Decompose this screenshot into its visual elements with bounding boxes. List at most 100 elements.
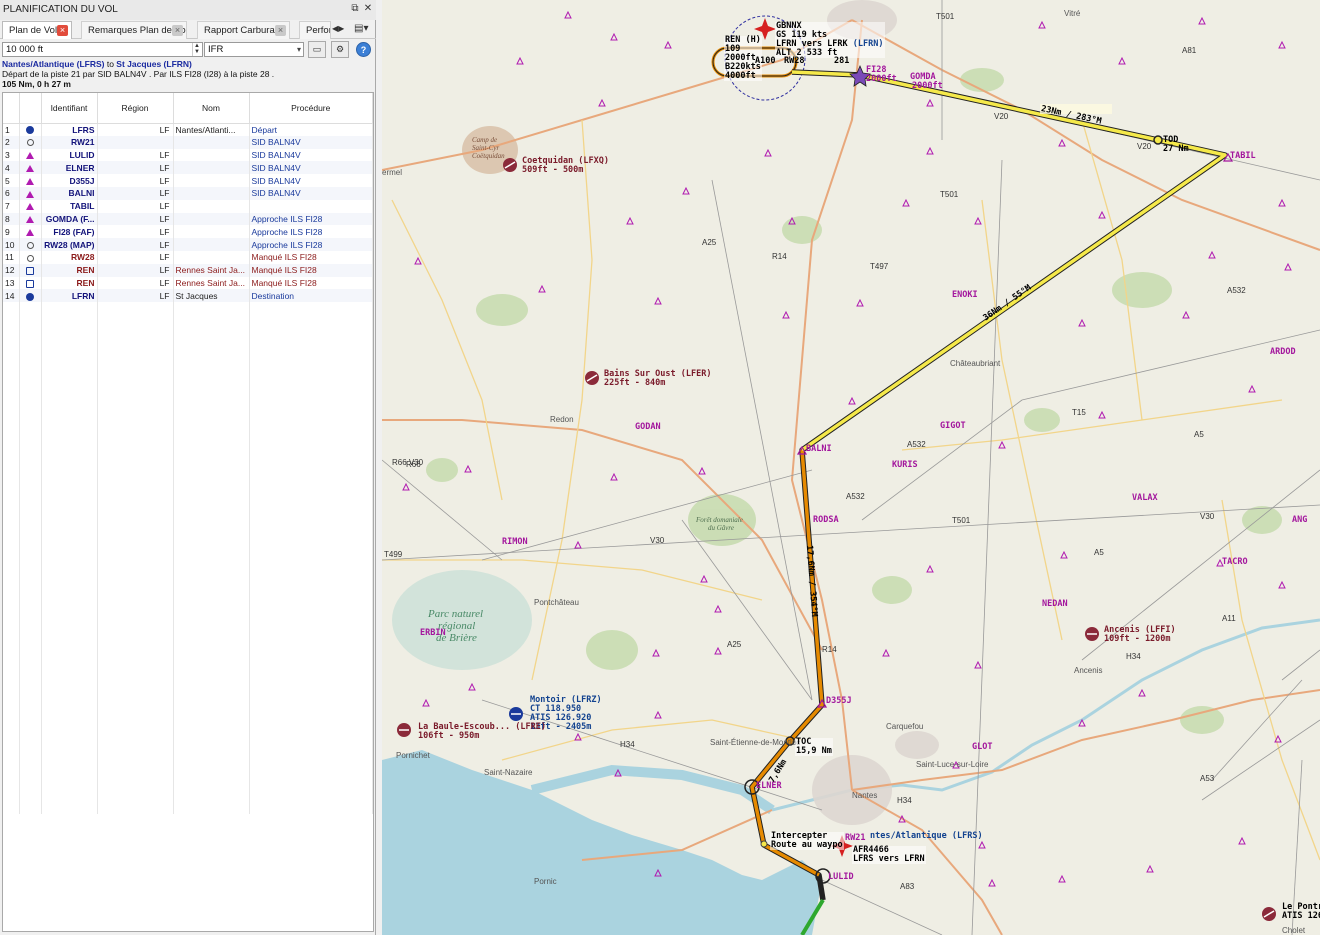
row-icon-cell — [19, 212, 42, 226]
waypoint-label[interactable]: ELNER — [756, 782, 782, 791]
table-row[interactable]: 14 LFRN LF St Jacques Destination — [3, 289, 373, 303]
empty-cell — [249, 596, 373, 610]
column-header-name[interactable]: Nom — [173, 93, 250, 124]
empty-cell — [173, 481, 250, 495]
ident-cell: LFRS — [41, 123, 98, 136]
tab-performance[interactable]: Perfor — [299, 21, 331, 39]
airway-label: T499 — [384, 550, 403, 559]
waypoint-label[interactable]: GODAN — [635, 423, 661, 432]
airway-label: T501 — [936, 12, 955, 21]
table-row[interactable]: 13 REN LF Rennes Saint Ja... Manqué ILS FI28 — [3, 276, 373, 290]
empty-cell — [249, 481, 373, 495]
table-row[interactable]: 1 LFRS LF Nantes/Atlanti... Départ — [3, 123, 373, 136]
waypoint-label[interactable]: GIGOT — [940, 422, 966, 431]
waypoint-label[interactable]: TACRO — [1222, 558, 1248, 567]
table-row[interactable]: 6 BALNI LF SID BALN4V — [3, 186, 373, 200]
tab-list-menu-icon[interactable]: ▤▾ — [354, 22, 374, 37]
empty-cell — [173, 788, 250, 802]
waypoint-label[interactable]: VALAX — [1132, 494, 1158, 503]
airport-label-ancenis[interactable]: Ancenis (LFFI) 109ft - 1200m — [1104, 626, 1176, 644]
empty-cell — [19, 327, 42, 341]
column-header-ident[interactable]: Identifiant — [41, 93, 98, 124]
cruise-altitude-spinbox[interactable]: 10 000 ft ▲ ▼ — [2, 42, 203, 57]
intercept-marker — [760, 840, 768, 848]
close-tab-icon[interactable]: × — [57, 25, 68, 36]
departure-airport-link[interactable]: Nantes/Atlantique (LFRS) — [2, 59, 104, 69]
flight-rules-select[interactable]: IFR ▾ — [204, 42, 304, 57]
procedure-cell: SID BALN4V — [249, 186, 373, 200]
empty-cell — [41, 622, 98, 635]
table-row[interactable]: 2 RW21 SID BALN4V — [3, 135, 373, 149]
waypoint-label[interactable]: ARDOD — [1270, 348, 1296, 357]
ident-cell: BALNI — [41, 186, 98, 200]
waypoint-label[interactable]: ANG — [1292, 516, 1307, 525]
row-icon-cell — [19, 123, 42, 136]
waypoint-icon — [26, 177, 34, 185]
table-row[interactable]: 9 FI28 (FAF) LF Approche ILS FI28 — [3, 225, 373, 239]
close-panel-icon[interactable]: ✕ — [362, 3, 374, 16]
empty-cell — [97, 801, 174, 815]
empty-cell — [97, 609, 174, 623]
calculate-route-icon[interactable]: ⚙ — [331, 41, 349, 58]
waypoint-label[interactable]: TABIL — [1230, 152, 1256, 161]
waypoint-label[interactable]: GLOT — [972, 743, 992, 752]
waypoint-label[interactable]: RIMON — [502, 538, 528, 547]
waypoint-label[interactable]: NEDAN — [1042, 600, 1068, 609]
map-view[interactable]: GOMDA TABIL ENOKI ARDOD GODAN BALNI GIGOT KURIS… — [382, 0, 1320, 935]
airway-label: A11 — [1222, 614, 1236, 623]
close-tab-icon[interactable]: × — [172, 25, 183, 36]
procedure-cell: SID BALN4V — [249, 135, 373, 149]
close-tab-icon[interactable]: × — [275, 25, 286, 36]
help-icon[interactable]: ? — [356, 42, 371, 57]
airport-label-le-pontre[interactable]: Le PontreATIS 126 — [1282, 903, 1320, 921]
empty-cell — [173, 455, 250, 469]
waypoint-label[interactable]: LULID — [828, 873, 854, 882]
spin-arrows-icon[interactable]: ▲ ▼ — [192, 43, 201, 56]
table-row[interactable]: 8 GOMDA (F... LF Approche ILS FI28 — [3, 212, 373, 226]
table-row[interactable]: 5 D355J LF SID BALN4V — [3, 174, 373, 187]
rw21-label[interactable]: RW21 — [845, 834, 865, 843]
table-row[interactable]: 11 RW28 LF Manqué ILS FI28 — [3, 250, 373, 264]
waypoint-label[interactable]: RODSA — [813, 516, 839, 525]
empty-cell — [19, 647, 42, 661]
empty-cell — [249, 532, 373, 546]
waypoint-label[interactable]: KURIS — [892, 461, 918, 470]
waypoint-label[interactable]: D355J — [826, 697, 852, 706]
table-row[interactable]: 7 TABIL LF — [3, 199, 373, 213]
town-label: Saint-Étienne-de-Montluc — [710, 738, 801, 747]
tab-flight-plan-remarks[interactable]: Remarques Plan de Vol × — [81, 21, 187, 39]
waypoint-label[interactable]: BALNI — [806, 445, 832, 454]
flight-plan-table[interactable]: Identifiant Région Nom Procédure 1 LFRS LF… — [2, 92, 374, 932]
aircraft-gbnnx-label[interactable]: GBNNX GS 119 kts LFRN vers LFRK (LFRN) ALT … — [775, 22, 885, 58]
table-row[interactable]: 12 REN LF Rennes Saint Ja... Manqué ILS FI28 — [3, 263, 373, 277]
airport-label-la-baule[interactable]: La Baule-Escoub... (LFRE) 106ft - 950m — [418, 723, 546, 741]
ident-cell: LFRN — [41, 289, 98, 303]
waypoint-label[interactable]: ENOKI — [952, 291, 978, 300]
float-window-icon[interactable]: ⧉ — [349, 3, 361, 16]
fi28-label[interactable]: FI28 2000ft — [866, 66, 897, 84]
empty-cell — [41, 404, 98, 418]
edit-route-icon[interactable]: ▭ — [308, 41, 326, 58]
airport-label-bains[interactable]: Bains Sur Oust (LFER) 225ft - 840m — [604, 370, 711, 388]
column-header-procedure[interactable]: Procédure — [249, 93, 373, 124]
airway-label: A53 — [1200, 774, 1215, 783]
empty-cell — [3, 686, 20, 699]
empty-cell — [41, 698, 98, 712]
empty-cell — [173, 660, 250, 674]
column-header-region[interactable]: Région — [97, 93, 174, 124]
aircraft-afr4466-label[interactable]: AFR4466 LFRS vers LFRN — [852, 846, 926, 864]
intercept-label: Intercepter Route au waypo — [770, 831, 844, 850]
table-row[interactable]: 4 ELNER LF SID BALN4V — [3, 161, 373, 175]
table-row[interactable]: 10 RW28 (MAP) LF Approche ILS FI28 — [3, 238, 373, 251]
empty-cell — [41, 686, 98, 699]
tab-fuel-report[interactable]: Rapport Carburant × — [197, 21, 290, 39]
airport-label-nantes-atlantique[interactable]: ntes/Atlantique (LFRS) — [870, 832, 983, 841]
table-row[interactable]: 3 LULID LF SID BALN4V — [3, 148, 373, 162]
empty-row — [3, 366, 373, 379]
tab-scroll-arrows-icon[interactable]: ◀▶ — [332, 22, 350, 37]
destination-airport-link[interactable]: St Jacques (LFRN) — [116, 59, 192, 69]
airport-label-coetquidan[interactable]: Coetquidan (LFXQ) 509ft - 500m — [522, 157, 609, 175]
empty-cell — [19, 750, 42, 763]
tab-flight-plan[interactable]: Plan de Vol * × — [2, 21, 72, 39]
empty-cell — [3, 404, 20, 418]
